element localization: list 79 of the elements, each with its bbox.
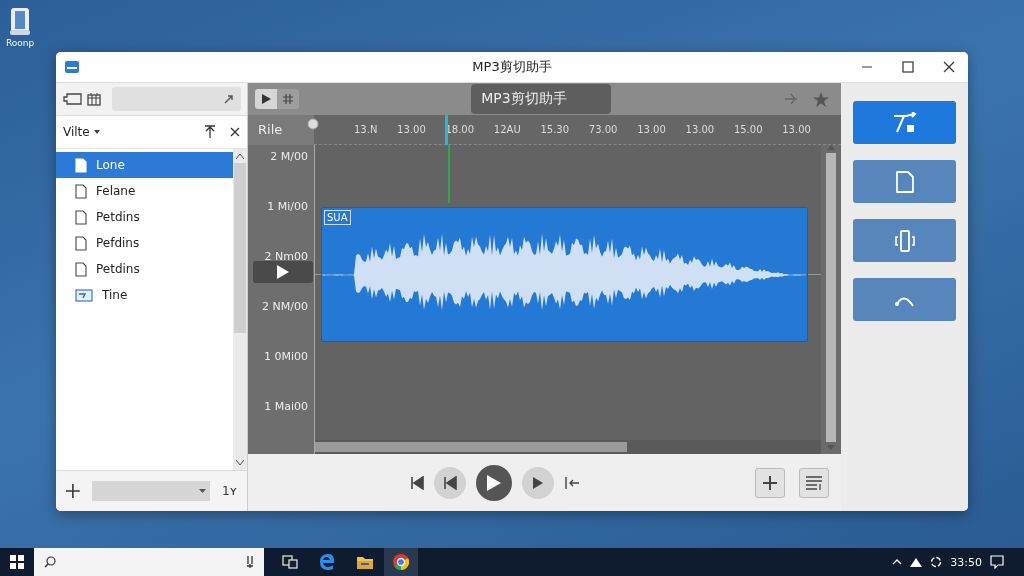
desktop-icon-label: Roonp bbox=[6, 38, 35, 48]
caret-icon[interactable] bbox=[93, 130, 100, 134]
play-overlay-button[interactable] bbox=[253, 261, 313, 283]
document-icon bbox=[894, 169, 915, 194]
scroll-up-icon[interactable] bbox=[236, 154, 244, 159]
arrow-icon bbox=[224, 94, 234, 104]
clock[interactable]: 33:50 bbox=[950, 555, 982, 569]
tool-button[interactable] bbox=[853, 101, 956, 144]
previous-button[interactable] bbox=[433, 466, 466, 499]
network-icon[interactable] bbox=[910, 557, 923, 567]
horizontal-scrollbar[interactable] bbox=[315, 440, 821, 454]
axis-label: 2 NM/00 bbox=[262, 299, 308, 315]
file-list-item[interactable]: Petdins bbox=[56, 204, 233, 230]
scroll-down-icon[interactable] bbox=[236, 460, 244, 465]
previous-icon bbox=[442, 475, 457, 490]
add-icon[interactable] bbox=[66, 484, 80, 498]
axis-label: 2 M/00 bbox=[270, 149, 308, 165]
playhead-marker[interactable] bbox=[445, 115, 448, 145]
scrollbar[interactable] bbox=[233, 149, 247, 470]
chevron-up-icon[interactable] bbox=[892, 559, 903, 565]
play-icon bbox=[485, 473, 502, 492]
close-icon[interactable] bbox=[943, 61, 955, 73]
play-icon bbox=[276, 264, 290, 280]
ruler-handle-icon[interactable] bbox=[307, 118, 319, 130]
track-label: Rile bbox=[248, 115, 314, 145]
folder-icon[interactable] bbox=[356, 554, 374, 570]
skip-to-end-icon[interactable] bbox=[563, 475, 580, 490]
window-icon[interactable] bbox=[63, 92, 83, 106]
axis-label: 1 0Mi00 bbox=[263, 349, 308, 365]
document-icon bbox=[75, 209, 87, 225]
caret-icon bbox=[199, 489, 207, 493]
axis-label: 1 Mai00 bbox=[264, 399, 308, 415]
document-icon bbox=[75, 183, 87, 199]
close-icon[interactable] bbox=[230, 127, 240, 137]
list-button[interactable] bbox=[799, 467, 829, 498]
next-icon bbox=[531, 475, 544, 490]
split-icon bbox=[893, 228, 916, 253]
file-list-item[interactable]: Tine bbox=[56, 282, 233, 308]
file-list-item[interactable]: Pefdins bbox=[56, 230, 233, 256]
list-icon bbox=[805, 474, 823, 491]
file-list-item[interactable]: Lone bbox=[56, 152, 233, 178]
audio-clip[interactable]: SUA bbox=[321, 207, 808, 342]
clip-label: SUA bbox=[324, 210, 351, 225]
add-button[interactable] bbox=[755, 467, 785, 498]
file-list-item[interactable]: Petdins bbox=[56, 256, 233, 282]
window-title: MP3剪切助手 bbox=[472, 58, 552, 76]
play-icon[interactable] bbox=[255, 89, 277, 109]
chrome-style-browser-icon[interactable] bbox=[392, 553, 410, 571]
axis-label: 2 Nm00 bbox=[264, 249, 308, 265]
axis-label: 1 Mi/00 bbox=[267, 199, 308, 215]
start-icon[interactable] bbox=[10, 555, 24, 569]
next-button[interactable] bbox=[521, 466, 554, 499]
app-icon bbox=[65, 61, 79, 73]
path-field[interactable] bbox=[112, 87, 241, 111]
taskbar-search-field[interactable] bbox=[34, 548, 264, 576]
trim-icon bbox=[891, 111, 918, 134]
tool-button[interactable] bbox=[853, 219, 956, 262]
document-icon bbox=[75, 261, 87, 277]
upload-icon[interactable] bbox=[204, 125, 216, 139]
tool-button[interactable] bbox=[853, 160, 956, 203]
task-view-icon[interactable] bbox=[282, 555, 298, 569]
waveform-canvas[interactable]: SUA bbox=[315, 145, 821, 440]
search-icon bbox=[44, 556, 56, 568]
skip-to-start-icon[interactable] bbox=[409, 475, 424, 490]
footer-label: 1ʏ bbox=[222, 484, 237, 498]
play-button[interactable] bbox=[475, 464, 512, 501]
folder-dropdown-label[interactable]: Vilte bbox=[63, 125, 90, 139]
image-icon bbox=[75, 288, 93, 302]
star-icon[interactable] bbox=[813, 91, 829, 107]
browser-icon[interactable] bbox=[318, 553, 336, 571]
editor-title: MP3剪切助手 bbox=[471, 84, 611, 114]
maximize-icon[interactable] bbox=[902, 61, 914, 73]
volume-icon[interactable] bbox=[930, 556, 943, 568]
document-icon bbox=[75, 235, 87, 251]
file-list-item[interactable]: Felane bbox=[56, 178, 233, 204]
calendar-icon[interactable] bbox=[87, 92, 101, 106]
notification-icon[interactable] bbox=[990, 555, 1004, 569]
document-icon bbox=[75, 157, 87, 173]
add-icon bbox=[762, 474, 778, 491]
